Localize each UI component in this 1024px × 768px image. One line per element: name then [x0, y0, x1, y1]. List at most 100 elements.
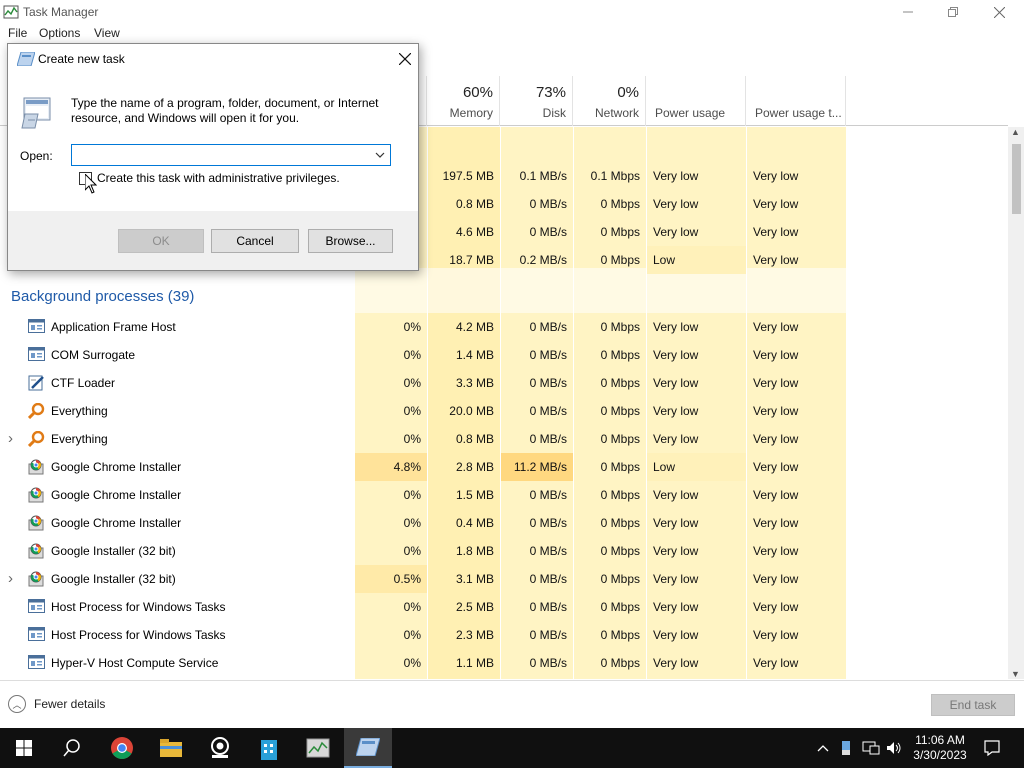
table-row[interactable]: Host Process for Windows Tasks 0% 2.3 MB 0 …: [0, 621, 1008, 649]
table-row[interactable]: Google Chrome Installer 0% 0.4 MB 0 MB/s 0 M…: [0, 509, 1008, 537]
cell-power: Very low: [653, 404, 699, 418]
dialog-close-icon[interactable]: [399, 53, 411, 65]
scroll-down-icon[interactable]: ▼: [1011, 669, 1020, 679]
webcam-app-icon[interactable]: [196, 728, 244, 768]
table-row[interactable]: › Google Installer (32 bit) 0.5% 3.1 MB 0 MB…: [0, 565, 1008, 593]
open-combobox[interactable]: [71, 144, 391, 166]
close-button[interactable]: [976, 0, 1022, 24]
table-row[interactable]: Host Process for Windows Tasks 0% 2.5 MB 0 …: [0, 593, 1008, 621]
table-row[interactable]: Google Installer (32 bit) 0% 1.8 MB 0 MB/s 0…: [0, 537, 1008, 565]
table-row[interactable]: › Everything 0% 0.8 MB 0 MB/s 0 Mbps Very low V…: [0, 425, 1008, 453]
memory-percent: 60%: [462, 84, 493, 101]
restore-button[interactable]: [930, 0, 976, 24]
cell-disk: 0 MB/s: [529, 376, 567, 390]
menu-file[interactable]: File: [8, 26, 27, 40]
table-row[interactable]: CTF Loader 0% 3.3 MB 0 MB/s 0 Mbps Very low Ve…: [0, 369, 1008, 397]
cell-memory: 0.8 MB: [455, 432, 494, 446]
cell-power-trend: Very low: [753, 197, 799, 211]
cell-cpu: 4.8%: [393, 460, 421, 474]
table-row[interactable]: Google Chrome Installer 4.8% 2.8 MB 11.2 MB…: [0, 453, 1008, 481]
run-icon: [17, 52, 35, 66]
cell-memory: 1.1 MB: [455, 656, 494, 670]
run-program-icon: [21, 97, 51, 129]
table-row[interactable]: Google Chrome Installer 0% 1.5 MB 0 MB/s 0 M…: [0, 481, 1008, 509]
cell-cpu: 0%: [403, 320, 421, 334]
cell-disk: 0 MB/s: [529, 656, 567, 670]
show-hidden-icons-icon[interactable]: [814, 728, 832, 768]
window-icon: [28, 655, 45, 671]
cell-power-trend: Very low: [753, 488, 799, 502]
cell-cpu: 0%: [403, 348, 421, 362]
section-gap: [355, 268, 846, 313]
cell-network: 0 Mbps: [600, 516, 640, 530]
column-disk[interactable]: 73% Disk: [501, 76, 573, 126]
chrome-icon[interactable]: [98, 728, 146, 768]
column-power-usage[interactable]: Power usage: [647, 76, 746, 126]
chevron-down-icon[interactable]: [375, 152, 385, 158]
cell-network: 0 Mbps: [600, 544, 640, 558]
installer-icon: [28, 459, 45, 475]
menu-view[interactable]: View: [94, 26, 120, 40]
process-name: Everything: [51, 432, 108, 446]
vertical-scrollbar[interactable]: ▲ ▼: [1008, 127, 1024, 679]
process-name: Google Installer (32 bit): [51, 572, 176, 586]
cell-power: Low: [653, 253, 676, 267]
column-power-usage-trend[interactable]: Power usage t...: [747, 76, 846, 126]
usb-drive-icon[interactable]: [838, 728, 854, 768]
cell-disk: 0 MB/s: [529, 600, 567, 614]
power-usage-label: Power usage: [655, 106, 726, 120]
mouse-cursor-icon: [85, 174, 97, 194]
network-icon[interactable]: [860, 728, 882, 768]
cell-memory: 2.5 MB: [455, 600, 494, 614]
cell-network: 0 Mbps: [600, 460, 640, 474]
notification-center-icon[interactable]: [980, 728, 1004, 768]
expand-chevron-icon[interactable]: ›: [8, 565, 13, 593]
admin-privileges-checkbox-row[interactable]: Create this task with administrative pri…: [79, 171, 340, 185]
start-icon[interactable]: [0, 728, 48, 768]
cell-power: Very low: [653, 348, 699, 362]
installer-icon: [28, 571, 45, 587]
menu-options[interactable]: Options: [39, 26, 80, 40]
cell-network: 0 Mbps: [600, 253, 640, 267]
cell-memory: 3.1 MB: [455, 572, 494, 586]
open-label: Open:: [20, 149, 53, 163]
run-dialog-icon[interactable]: [344, 728, 392, 768]
process-name: Application Frame Host: [51, 320, 176, 334]
scroll-up-icon[interactable]: ▲: [1011, 127, 1020, 137]
cell-network: 0 Mbps: [600, 320, 640, 334]
cell-network: 0 Mbps: [600, 572, 640, 586]
building-app-icon[interactable]: [245, 728, 293, 768]
minimize-button[interactable]: [885, 0, 931, 24]
dialog-title-bar: Create new task: [8, 44, 418, 74]
dialog-title: Create new task: [38, 52, 125, 66]
table-row[interactable]: Everything 0% 20.0 MB 0 MB/s 0 Mbps Very low V…: [0, 397, 1008, 425]
file-explorer-icon[interactable]: [147, 728, 195, 768]
table-row[interactable]: Application Frame Host 0% 4.2 MB 0 MB/s 0 Mb…: [0, 313, 1008, 341]
end-task-button[interactable]: End task: [931, 694, 1015, 716]
power-usage-trend-label: Power usage t...: [755, 106, 842, 120]
cell-disk: 0 MB/s: [529, 628, 567, 642]
fewer-details-button[interactable]: ︿ Fewer details: [8, 695, 105, 713]
column-network[interactable]: 0% Network: [574, 76, 646, 126]
table-row[interactable]: COM Surrogate 0% 1.4 MB 0 MB/s 0 Mbps Very lo…: [0, 341, 1008, 369]
cell-memory: 4.2 MB: [455, 320, 494, 334]
expand-chevron-icon[interactable]: ›: [8, 425, 13, 453]
disk-percent: 73%: [535, 84, 566, 101]
search-icon[interactable]: [48, 728, 96, 768]
cell-network: 0 Mbps: [600, 600, 640, 614]
cell-memory: 1.4 MB: [455, 348, 494, 362]
taskbar: 11:06 AM 3/30/2023: [0, 728, 1024, 768]
column-memory[interactable]: 60% Memory: [428, 76, 500, 126]
cancel-button[interactable]: Cancel: [211, 229, 299, 253]
ok-button[interactable]: OK: [118, 229, 204, 253]
admin-privileges-label[interactable]: Create this task with administrative pri…: [97, 171, 340, 185]
cell-memory: 4.6 MB: [455, 225, 494, 239]
scroll-thumb[interactable]: [1012, 144, 1021, 214]
cell-power: Very low: [653, 320, 699, 334]
section-title[interactable]: Background processes (39): [11, 288, 194, 305]
table-row[interactable]: Hyper-V Host Compute Service 0% 1.1 MB 0 MB…: [0, 649, 1008, 677]
browse-button[interactable]: Browse...: [308, 229, 393, 253]
clock[interactable]: 11:06 AM 3/30/2023: [900, 733, 980, 763]
menu-bar: File Options View: [0, 24, 1024, 42]
task-manager-taskbar-icon[interactable]: [294, 728, 342, 768]
